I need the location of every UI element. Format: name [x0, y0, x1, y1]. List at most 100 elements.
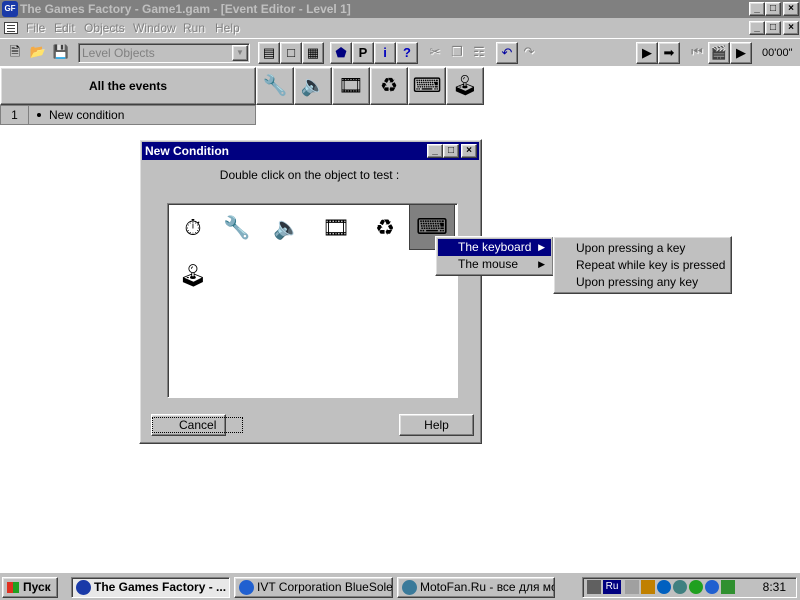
play-icon[interactable]: ▶	[730, 42, 752, 64]
cancel-button-label: Cancel	[152, 417, 244, 433]
menu-run[interactable]: Run	[183, 20, 205, 36]
menu-item-upon-pressing-a-key[interactable]: Upon pressing a key	[556, 240, 729, 257]
event-grid-icon[interactable]: ▦	[302, 42, 324, 64]
bluetooth-icon	[239, 580, 254, 595]
task-motofan[interactable]: MotoFan.Ru - все для мо...	[397, 577, 555, 598]
clapperboard-icon[interactable]: 🎬	[708, 42, 730, 64]
language-indicator[interactable]: Ru	[603, 580, 621, 594]
new-file-icon[interactable]: 🗎	[4, 42, 26, 64]
menu-bar: File Edit Objects Window Run Help _ □ ×	[0, 18, 800, 38]
dialog-maximize-button[interactable]: □	[443, 144, 459, 158]
player-1-joystick-icon[interactable]: 🕹	[446, 67, 484, 105]
menu-help[interactable]: Help	[215, 20, 240, 36]
rewind-icon[interactable]: ⏮	[686, 42, 708, 64]
tray-globe-icon[interactable]	[673, 580, 687, 594]
player-1-joystick-icon[interactable]: 🕹	[170, 254, 216, 300]
menu-window[interactable]: Window	[133, 20, 176, 36]
task-label: The Games Factory - ...	[94, 580, 227, 594]
event-label[interactable]: New condition	[49, 106, 124, 124]
save-icon[interactable]: 💾	[50, 42, 72, 64]
bluetooth-icon[interactable]	[705, 580, 719, 594]
dialog-minimize-button[interactable]: _	[427, 144, 443, 158]
games-factory-icon	[76, 580, 91, 595]
level-objects-value: Level Objects	[82, 46, 155, 60]
clock: 8:31	[762, 580, 786, 594]
help-button[interactable]: Help	[399, 414, 474, 436]
main-title-bar[interactable]: GF The Games Factory - Game1.gam - [Even…	[0, 0, 800, 18]
paste-icon[interactable]: ☶	[468, 42, 490, 64]
minimize-button[interactable]: _	[749, 2, 765, 16]
task-bluesoleil[interactable]: IVT Corporation BlueSoleil ...	[234, 577, 393, 598]
timer-icon[interactable]: ⏱	[170, 206, 216, 252]
bullet-icon	[37, 113, 41, 117]
chevron-down-icon[interactable]: ▼	[232, 45, 248, 61]
tray-battery-icon[interactable]	[721, 580, 735, 594]
taskbar: Пуск The Games Factory - ... IVT Corpora…	[0, 572, 800, 600]
task-games-factory[interactable]: The Games Factory - ...	[71, 577, 230, 598]
table-row[interactable]: 1 New condition	[0, 105, 256, 125]
open-folder-icon[interactable]: 📂	[27, 42, 49, 64]
speaker-icon[interactable]: 🔈	[294, 67, 332, 105]
event-number: 1	[1, 106, 29, 124]
submenu-arrow-icon: ▶	[538, 242, 545, 252]
undo-icon[interactable]: ↶	[496, 42, 518, 64]
monitor-icon[interactable]	[641, 580, 655, 594]
timecode-display: 00'00"	[762, 47, 793, 59]
keyboard-submenu: Upon pressing a key Repeat while key is …	[553, 236, 732, 294]
window-title: The Games Factory - Game1.gam - [Event E…	[20, 2, 351, 16]
task-label: MotoFan.Ru - все для мо...	[420, 580, 555, 594]
dialog-instruction: Double click on the object to test :	[219, 168, 400, 182]
speaker-icon[interactable]: 🔈	[264, 206, 310, 252]
menu-file[interactable]: File	[26, 20, 45, 36]
browser-icon	[402, 580, 417, 595]
level-objects-combo[interactable]: Level Objects ▼	[78, 43, 250, 63]
film-icon[interactable]: 🎞	[313, 206, 359, 252]
all-events-header[interactable]: All the events	[0, 67, 256, 105]
doc-minimize-button[interactable]: _	[749, 21, 765, 35]
volume-icon[interactable]	[625, 580, 639, 594]
run-application-icon[interactable]: ▶	[636, 42, 658, 64]
object-shape-icon[interactable]: ⬟	[330, 42, 352, 64]
tray-app-icon[interactable]	[657, 580, 671, 594]
keyboard-mouse-icon[interactable]: ⌨	[408, 67, 446, 105]
document-system-menu-icon[interactable]	[4, 22, 18, 34]
film-icon[interactable]: 🎞	[332, 67, 370, 105]
storyboard-controls-icon[interactable]: ♻	[362, 206, 408, 252]
help-question-icon[interactable]: ?	[396, 42, 418, 64]
start-button[interactable]: Пуск	[2, 577, 58, 598]
wrench-icon[interactable]: 🔧	[256, 67, 294, 105]
network-icon[interactable]	[587, 580, 601, 594]
app-icon[interactable]: GF	[2, 1, 18, 17]
menu-objects[interactable]: Objects	[84, 20, 125, 36]
windows-logo-icon	[7, 582, 19, 593]
dialog-close-button[interactable]: ×	[461, 144, 477, 158]
doc-restore-button[interactable]: □	[765, 21, 781, 35]
cut-icon[interactable]: ✂	[424, 42, 446, 64]
object-context-menu: The keyboard ▶ The mouse ▶	[435, 236, 554, 276]
copy-icon[interactable]: ❐	[446, 42, 468, 64]
storyboard-editor-icon[interactable]: ▤	[258, 42, 280, 64]
object-list: ⏱ 🔧 🔈 🎞 ♻ ⌨ 🕹	[167, 203, 458, 398]
redo-icon[interactable]: ↷	[518, 42, 540, 64]
run-frame-icon[interactable]: ➡	[658, 42, 680, 64]
menu-edit[interactable]: Edit	[54, 20, 75, 36]
tray-green-icon[interactable]	[689, 580, 703, 594]
help-button-label: Help	[424, 418, 449, 432]
maximize-button[interactable]: □	[765, 2, 781, 16]
dialog-title-bar[interactable]: New Condition _ □ ×	[142, 142, 479, 160]
frame-editor-icon[interactable]: □	[280, 42, 302, 64]
menu-item-repeat-while-key-is-pressed[interactable]: Repeat while key is pressed	[556, 257, 729, 274]
wrench-icon[interactable]: 🔧	[214, 206, 260, 252]
submenu-arrow-icon: ▶	[538, 259, 545, 269]
menu-item-label: The mouse	[458, 257, 519, 271]
menu-item-the-keyboard[interactable]: The keyboard ▶	[438, 239, 551, 256]
properties-icon[interactable]: P	[352, 42, 374, 64]
menu-item-the-mouse[interactable]: The mouse ▶	[438, 256, 551, 273]
dialog-title: New Condition	[145, 144, 229, 158]
cancel-button[interactable]: Cancel	[151, 414, 244, 436]
doc-close-button[interactable]: ×	[783, 21, 799, 35]
close-button[interactable]: ×	[783, 2, 799, 16]
menu-item-upon-pressing-any-key[interactable]: Upon pressing any key	[556, 274, 729, 291]
storyboard-controls-icon[interactable]: ♻	[370, 67, 408, 105]
info-icon[interactable]: i	[374, 42, 396, 64]
